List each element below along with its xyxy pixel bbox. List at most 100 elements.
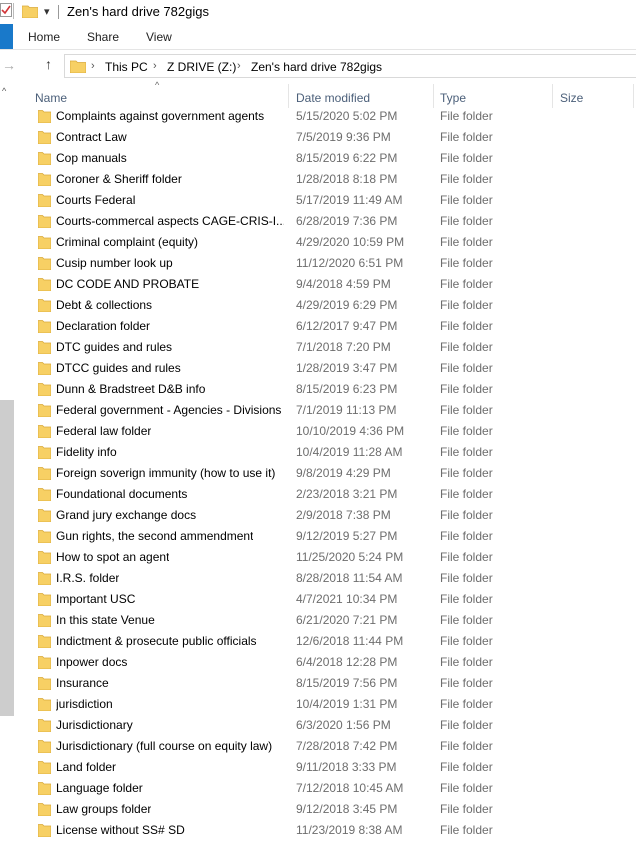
folder-name: In this state Venue <box>56 613 155 627</box>
tab-home[interactable]: Home <box>28 30 60 44</box>
list-item[interactable]: Dunn & Bradstreet D&B info 8/15/2019 6:23… <box>0 379 636 400</box>
column-header-type[interactable]: Type <box>440 91 466 105</box>
date-modified: 9/12/2019 5:27 PM <box>296 529 398 543</box>
list-item[interactable]: Important USC 4/7/2021 10:34 PM File folde… <box>0 589 636 610</box>
folder-name: DTCC guides and rules <box>56 361 181 375</box>
list-item[interactable]: Cop manuals 8/15/2019 6:22 PM File folder <box>0 148 636 169</box>
list-item[interactable]: Land folder 9/11/2018 3:33 PM File folder <box>0 757 636 778</box>
item-type: File folder <box>440 193 493 207</box>
folder-icon <box>37 655 52 672</box>
list-item[interactable]: Indictment & prosecute public officials 1… <box>0 631 636 652</box>
column-header-name[interactable]: Name <box>35 91 67 105</box>
list-item[interactable]: How to spot an agent 11/25/2020 5:24 PM Fi… <box>0 547 636 568</box>
list-item[interactable]: jurisdiction 10/4/2019 1:31 PM File folder <box>0 694 636 715</box>
list-item[interactable]: Federal law folder 10/10/2019 4:36 PM File… <box>0 421 636 442</box>
list-item[interactable]: Courts Federal 5/17/2019 11:49 AM File fol… <box>0 190 636 211</box>
item-type: File folder <box>440 676 493 690</box>
folder-name: Declaration folder <box>56 319 151 333</box>
item-type: File folder <box>440 592 493 606</box>
list-item[interactable]: Cusip number look up 11/12/2020 6:51 PM Fi… <box>0 253 636 274</box>
folder-icon <box>37 571 52 588</box>
date-modified: 4/29/2020 10:59 PM <box>296 235 405 249</box>
list-item[interactable]: Criminal complaint (equity) 4/29/2020 10:… <box>0 232 636 253</box>
folder-icon <box>37 298 52 315</box>
breadcrumb-chevron-icon[interactable]: › <box>91 60 95 72</box>
list-item[interactable]: I.R.S. folder 8/28/2018 11:54 AM File fold… <box>0 568 636 589</box>
list-item[interactable]: Debt & collections 4/29/2019 6:29 PM File … <box>0 295 636 316</box>
new-folder-icon[interactable] <box>21 4 39 21</box>
date-modified: 4/7/2021 10:34 PM <box>296 592 398 606</box>
date-modified: 8/28/2018 11:54 AM <box>296 571 403 585</box>
folder-name: Dunn & Bradstreet D&B info <box>56 382 206 396</box>
column-header-size[interactable]: Size <box>560 91 583 105</box>
list-item[interactable]: Coroner & Sheriff folder 1/28/2018 8:18 P… <box>0 169 636 190</box>
list-item[interactable]: License without SS# SD 11/23/2019 8:38 AM… <box>0 820 636 841</box>
breadcrumb-z-drive[interactable]: Z DRIVE (Z:) <box>167 60 236 74</box>
breadcrumb-chevron-icon[interactable]: › <box>237 60 241 72</box>
tab-share[interactable]: Share <box>87 30 119 44</box>
address-bar[interactable]: › This PC › Z DRIVE (Z:) › Zen's hard dr… <box>64 54 636 78</box>
folder-name: DTC guides and rules <box>56 340 173 354</box>
folder-icon <box>37 109 52 126</box>
list-item[interactable]: In this state Venue 6/21/2020 7:21 PM File… <box>0 610 636 631</box>
window-title: Zen's hard drive 782gigs <box>67 4 209 19</box>
ribbon-tabs: Home Share View <box>0 24 636 50</box>
folder-name: Foreign soverign immunity (how to use it… <box>56 466 276 480</box>
date-modified: 6/4/2018 12:28 PM <box>296 655 398 669</box>
breadcrumb-this-pc[interactable]: This PC <box>105 60 148 74</box>
up-arrow-icon[interactable]: ↑ <box>45 56 52 72</box>
column-divider[interactable] <box>288 84 289 108</box>
date-modified: 5/17/2019 11:49 AM <box>296 193 403 207</box>
column-divider[interactable] <box>552 84 553 108</box>
folder-name: Debt & collections <box>56 298 153 312</box>
forward-arrow-icon[interactable]: → <box>2 57 16 73</box>
column-divider[interactable] <box>433 84 434 108</box>
item-type: File folder <box>440 613 493 627</box>
properties-icon[interactable] <box>0 3 14 19</box>
list-item[interactable]: DC CODE AND PROBATE 9/4/2018 4:59 PM File … <box>0 274 636 295</box>
list-item[interactable]: Jurisdictionary 6/3/2020 1:56 PM File fold… <box>0 715 636 736</box>
item-type: File folder <box>440 760 493 774</box>
list-item[interactable]: Declaration folder 6/12/2017 9:47 PM File … <box>0 316 636 337</box>
folder-name: Insurance <box>56 676 109 690</box>
breadcrumb-current-folder[interactable]: Zen's hard drive 782gigs <box>251 60 382 74</box>
date-modified: 1/28/2018 8:18 PM <box>296 172 398 186</box>
item-type: File folder <box>440 298 493 312</box>
customize-toolbar-chevron-icon[interactable]: ▾ <box>44 5 50 18</box>
list-item[interactable]: Federal government - Agencies - Division… <box>0 400 636 421</box>
list-item[interactable]: Jurisdictionary (full course on equity l… <box>0 736 636 757</box>
folder-icon <box>37 529 52 546</box>
list-item[interactable]: Foundational documents 2/23/2018 3:21 PM F… <box>0 484 636 505</box>
list-item[interactable]: Grand jury exchange docs 2/9/2018 7:38 PM… <box>0 505 636 526</box>
list-item[interactable]: DTCC guides and rules 1/28/2019 3:47 PM Fi… <box>0 358 636 379</box>
list-item[interactable]: Contract Law 7/5/2019 9:36 PM File folder <box>0 127 636 148</box>
list-item[interactable]: Foreign soverign immunity (how to use it… <box>0 463 636 484</box>
list-item[interactable]: Insurance 8/15/2019 7:56 PM File folder <box>0 673 636 694</box>
date-modified: 6/3/2020 1:56 PM <box>296 718 391 732</box>
list-item[interactable]: Fidelity info 10/4/2019 11:28 AM File fold… <box>0 442 636 463</box>
list-item[interactable]: Courts-commercal aspects CAGE-CRIS-I... 6… <box>0 211 636 232</box>
date-modified: 7/1/2019 11:13 PM <box>296 403 397 417</box>
list-item[interactable]: Complaints against government agents 5/15… <box>0 106 636 127</box>
folder-icon <box>37 592 52 609</box>
folder-name: Criminal complaint (equity) <box>56 235 199 249</box>
folder-name: Courts-commercal aspects CAGE-CRIS-I... <box>56 214 284 228</box>
date-modified: 9/4/2018 4:59 PM <box>296 277 391 291</box>
list-item[interactable]: Inpower docs 6/4/2018 12:28 PM File folder <box>0 652 636 673</box>
list-item[interactable]: Language folder 7/12/2018 10:45 AM File fo… <box>0 778 636 799</box>
column-divider[interactable] <box>633 84 634 108</box>
item-type: File folder <box>440 697 493 711</box>
item-type: File folder <box>440 508 493 522</box>
list-item[interactable]: Law groups folder 9/12/2018 3:45 PM File f… <box>0 799 636 820</box>
scroll-up-icon[interactable]: ^ <box>2 86 6 96</box>
item-type: File folder <box>440 802 493 816</box>
column-header-date-modified[interactable]: Date modified <box>296 91 370 105</box>
list-item[interactable]: DTC guides and rules 7/1/2018 7:20 PM File… <box>0 337 636 358</box>
tab-view[interactable]: View <box>146 30 172 44</box>
tab-file[interactable] <box>0 24 13 49</box>
folder-name: Indictment & prosecute public officials <box>56 634 257 648</box>
breadcrumb-chevron-icon[interactable]: › <box>153 60 157 72</box>
folder-icon <box>37 802 52 819</box>
list-item[interactable]: Gun rights, the second ammendment 9/12/20… <box>0 526 636 547</box>
folder-name: License without SS# SD <box>56 823 185 837</box>
